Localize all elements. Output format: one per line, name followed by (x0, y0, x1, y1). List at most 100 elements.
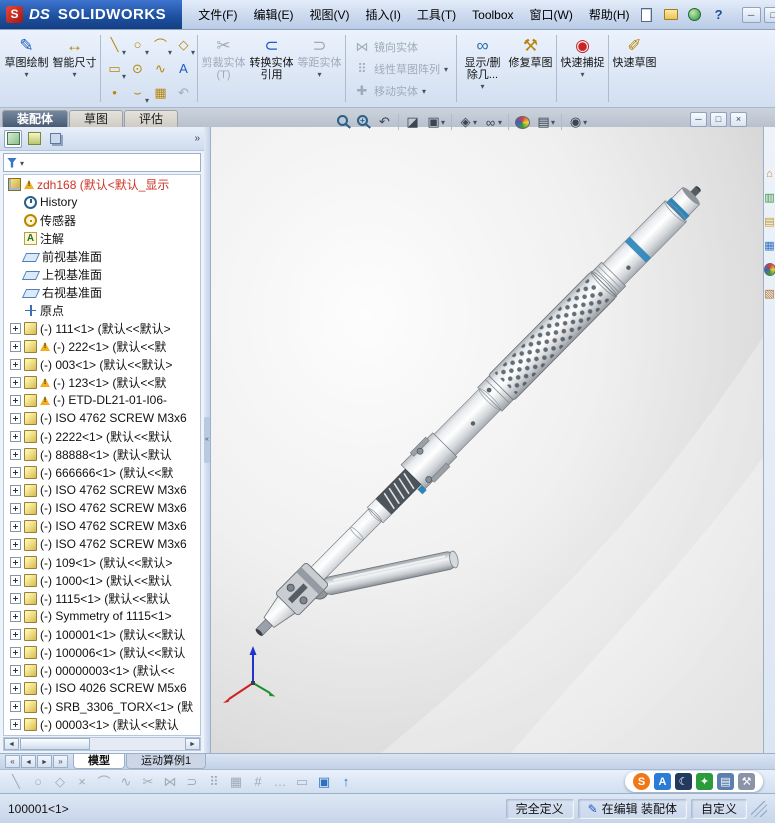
dropdown-arrow-icon[interactable] (422, 87, 426, 95)
bottom-tool-button[interactable]: × (74, 774, 90, 789)
view-tool-button[interactable]: ◉ (566, 113, 589, 131)
window-control-button[interactable]: ─ (741, 6, 761, 23)
bottom-tool-button[interactable]: ╲ (8, 774, 24, 790)
toolbar-button[interactable]: ⊂ 转换实体引用 (248, 32, 295, 105)
dropdown-arrow-icon[interactable] (72, 70, 76, 78)
model-tab-scroll-button[interactable] (53, 755, 68, 768)
dropdown-arrow-icon[interactable] (191, 48, 195, 56)
toolbar-button[interactable]: ⚒ 修复草图 (507, 32, 554, 105)
tree-filter-bar[interactable] (3, 153, 201, 172)
tree-item[interactable]: (-) 123<1> (默认<<默 (4, 373, 200, 391)
dropdown-arrow-icon[interactable] (441, 118, 445, 126)
quick-access-button[interactable] (686, 6, 704, 23)
expand-toggle-icon[interactable] (10, 628, 21, 640)
command-tab[interactable]: 草图 (69, 110, 124, 127)
dropdown-arrow-icon[interactable] (581, 70, 585, 78)
toolbar-button[interactable]: ↔ 智能尺寸 (51, 32, 98, 105)
tree-item[interactable]: 前视基准面 (4, 247, 200, 265)
tree-item[interactable]: zdh168 (默认<默认_显示 (4, 175, 200, 193)
tree-item[interactable]: (-) ISO 4762 SCREW M3x6 (4, 409, 200, 427)
document-window-button[interactable]: × (730, 112, 747, 127)
expand-toggle-icon[interactable] (10, 556, 21, 568)
expand-toggle-icon[interactable] (10, 682, 21, 694)
toolbar-button[interactable]: ✐ 快速草图 (611, 32, 658, 105)
bottom-tool-button[interactable]: ✂ (140, 774, 156, 790)
collapse-panel-button[interactable] (204, 417, 210, 463)
tree-item[interactable]: (-) 00003<1> (默认<<默认 (4, 715, 200, 733)
toolbar-button[interactable]: ✂ 剪裁实体(T) (200, 32, 247, 105)
menu-item[interactable]: 窗口(W) (522, 3, 581, 26)
expand-toggle-icon[interactable] (10, 376, 21, 388)
toolbar-button[interactable]: ⋈ 镜向实体 (350, 37, 452, 57)
bottom-tool-button[interactable]: ⋈ (162, 774, 178, 790)
sketch-entity-button[interactable]: ╲ (103, 33, 126, 57)
tree-item[interactable]: 注解 (4, 229, 200, 247)
tree-item[interactable]: (-) 00000003<1> (默认<< (4, 661, 200, 679)
tree-item[interactable]: (-) 2222<1> (默认<<默认 (4, 427, 200, 445)
task-pane-tab[interactable]: ▤ (764, 215, 775, 228)
panel-splitter[interactable] (204, 127, 211, 753)
task-pane-tab[interactable]: ▧ (764, 287, 775, 300)
scroll-left-button[interactable] (4, 738, 19, 750)
menu-item[interactable]: 帮助(H) (581, 3, 638, 26)
expand-toggle-icon[interactable] (10, 448, 21, 460)
tree-item[interactable]: History (4, 193, 200, 211)
tree-item[interactable]: 右视基准面 (4, 283, 200, 301)
bottom-tool-button[interactable]: ▦ (228, 774, 244, 790)
quick-access-button[interactable] (638, 6, 656, 23)
bottom-tool-button[interactable]: … (272, 774, 288, 789)
graphics-area[interactable] (211, 127, 763, 753)
toolbar-button[interactable]: ✎ 草图绘制 (3, 32, 50, 105)
sketch-entity-button[interactable]: ⌣ (126, 81, 149, 105)
model-tab-scroll-button[interactable] (37, 755, 52, 768)
dropdown-arrow-icon[interactable] (473, 118, 477, 126)
quick-access-button[interactable]: ? (710, 6, 728, 23)
sketch-entity-button[interactable]: ▦ (149, 81, 172, 105)
menu-item[interactable]: 文件(F) (190, 3, 245, 26)
custom-cell[interactable]: 自定义 (691, 799, 747, 819)
dropdown-arrow-icon[interactable] (444, 65, 448, 73)
view-tool-button[interactable]: ∞ (481, 113, 504, 131)
toolbar-button[interactable]: ⊃ 等距实体 (296, 32, 343, 105)
expand-toggle-icon[interactable] (10, 502, 21, 514)
tree-item[interactable]: (-) ISO 4026 SCREW M5x6 (4, 679, 200, 697)
command-tab[interactable]: 装配体 (2, 110, 69, 127)
ime-button[interactable]: ✦ (696, 773, 713, 790)
tree-item[interactable]: 传感器 (4, 211, 200, 229)
manager-tab[interactable] (46, 130, 64, 148)
ime-button[interactable]: S (633, 773, 650, 790)
expand-toggle-icon[interactable] (10, 466, 21, 478)
tree-item[interactable]: (-) 1000<1> (默认<<默认 (4, 571, 200, 589)
ime-button[interactable]: ▤ (717, 773, 734, 790)
bottom-tool-button[interactable]: ▭ (294, 774, 310, 790)
menu-item[interactable]: 视图(V) (302, 3, 358, 26)
sketch-entity-button[interactable]: ▭ (103, 57, 126, 81)
document-window-button[interactable]: ─ (690, 112, 707, 127)
resize-grip[interactable] (751, 800, 767, 817)
document-window-button[interactable]: □ (710, 112, 727, 127)
expand-toggle-icon[interactable] (10, 664, 21, 676)
sketch-entity-button[interactable]: ◇ (172, 33, 195, 57)
tree-item[interactable]: (-) Symmetry of 1115<1> (4, 607, 200, 625)
expand-toggle-icon[interactable] (10, 340, 21, 352)
command-tab[interactable]: 评估 (124, 110, 179, 127)
tree-item[interactable]: 上视基准面 (4, 265, 200, 283)
tree-item[interactable]: (-) ETD-DL21-01-I06- (4, 391, 200, 409)
scroll-right-button[interactable] (185, 738, 200, 750)
expand-toggle-icon[interactable] (10, 484, 21, 496)
view-tool-button[interactable]: ↶ (375, 113, 394, 131)
dropdown-arrow-icon[interactable] (583, 118, 587, 126)
view-tool-button[interactable]: ◪ (403, 113, 422, 131)
bottom-tool-button[interactable]: ∿ (118, 774, 134, 790)
panel-overflow-chevron[interactable]: » (194, 133, 200, 144)
toolbar-button[interactable]: ✚ 移动实体 (350, 81, 452, 101)
sketch-entity-button[interactable]: ⊙ (126, 57, 149, 81)
task-pane-tab[interactable] (763, 263, 775, 276)
tree-item[interactable]: (-) 003<1> (默认<<默认> (4, 355, 200, 373)
bottom-tool-button[interactable]: ⊃ (184, 774, 200, 790)
bottom-tool-button[interactable]: # (250, 774, 266, 789)
graphics-canvas[interactable] (211, 127, 763, 753)
tree-horizontal-scrollbar[interactable] (3, 737, 201, 751)
bottom-tool-button[interactable]: ↑ (338, 774, 354, 789)
model-tab-scroll-button[interactable] (5, 755, 20, 768)
